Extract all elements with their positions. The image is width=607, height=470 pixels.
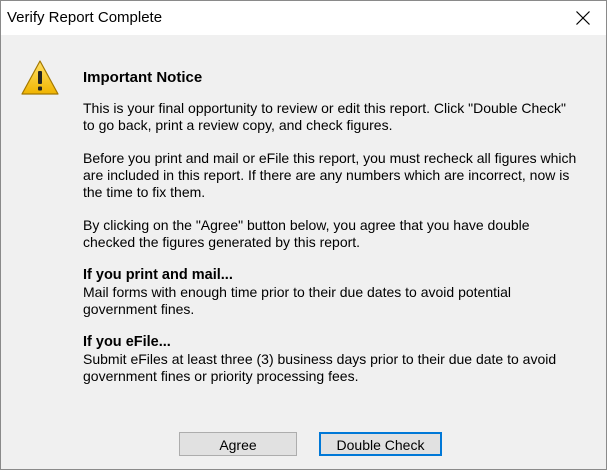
- notice-content: Important Notice This is your final oppo…: [83, 69, 595, 385]
- efile-heading: If you eFile...: [83, 334, 171, 350]
- notice-paragraph: This is your final opportunity to review…: [83, 100, 595, 134]
- text-line: Submit eFiles at least three (3) busines…: [83, 351, 557, 367]
- text-line: government fines or priority processing …: [83, 368, 359, 384]
- agree-button[interactable]: Agree: [179, 432, 297, 456]
- text-line: checked the figures generated by this re…: [83, 234, 361, 250]
- text-line: Before you print and mail or eFile this …: [83, 150, 577, 166]
- window-title: Verify Report Complete: [7, 9, 163, 26]
- close-icon: [576, 11, 590, 25]
- efile-text: Submit eFiles at least three (3) busines…: [83, 351, 595, 385]
- text-line: By clicking on the "Agree" button below,…: [83, 217, 530, 233]
- verify-report-dialog: Verify Report Complete Important Notice: [0, 0, 607, 470]
- print-mail-heading: If you print and mail...: [83, 267, 233, 283]
- text-line: are included in this report. If there ar…: [83, 167, 570, 183]
- close-button[interactable]: [560, 1, 606, 35]
- notice-paragraph: Before you print and mail or eFile this …: [83, 150, 595, 201]
- notice-title: Important Notice: [83, 69, 203, 86]
- title-bar[interactable]: Verify Report Complete: [1, 1, 606, 35]
- double-check-button[interactable]: Double Check: [319, 432, 442, 456]
- print-mail-text: Mail forms with enough time prior to the…: [83, 284, 595, 318]
- text-line: to go back, print a review copy, and che…: [83, 117, 393, 133]
- warning-icon: [21, 59, 59, 97]
- text-line: government fines.: [83, 301, 195, 317]
- text-line: This is your final opportunity to review…: [83, 100, 567, 116]
- notice-paragraph: By clicking on the "Agree" button below,…: [83, 217, 595, 251]
- text-line: Mail forms with enough time prior to the…: [83, 284, 512, 300]
- text-line: the time to fix them.: [83, 184, 206, 200]
